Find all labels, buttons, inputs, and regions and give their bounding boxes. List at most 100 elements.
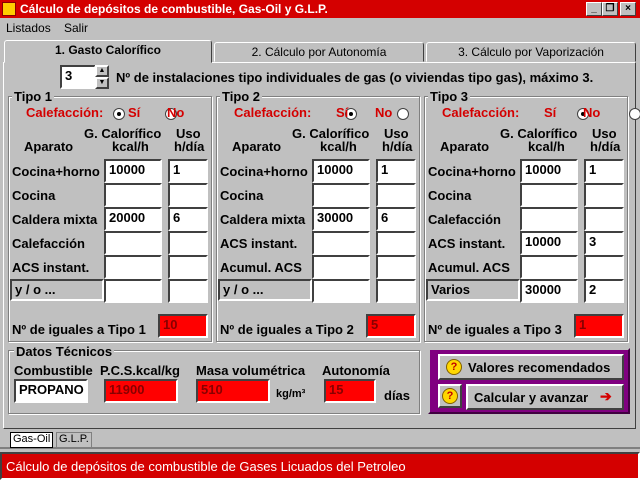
radio-si-label: Sí (128, 105, 141, 120)
close-button[interactable]: × (620, 2, 636, 16)
menu-listados[interactable]: Listados (6, 21, 51, 35)
uso-field[interactable]: 2 (584, 279, 624, 303)
pcs-label: P.C.S.kcal/kg (100, 363, 180, 378)
calefaccion-label: Calefacción: (442, 105, 520, 120)
spin-up-button[interactable]: ▲ (95, 65, 109, 77)
kcal-field[interactable] (104, 255, 162, 279)
installs-label: Nº de instalaciones tipo individuales de… (116, 70, 594, 85)
uso-field[interactable] (376, 183, 416, 207)
restore-button[interactable]: ❐ (602, 2, 618, 16)
help-button[interactable]: ? (438, 384, 462, 408)
kcal-field[interactable]: 30000 (312, 207, 370, 231)
aparato-name: ACS instant. (428, 236, 506, 251)
tab-glp[interactable]: G.L.P. (56, 432, 92, 448)
aparato-name-field[interactable]: Varios (426, 279, 520, 301)
radio-si[interactable] (113, 108, 125, 120)
kcal-field[interactable]: 20000 (104, 207, 162, 231)
radio-si-label: Sí (336, 105, 349, 120)
pcs-field[interactable]: 11900 (104, 379, 178, 403)
calcular-avanzar-label: Calcular y avanzar (474, 390, 589, 405)
radio-no[interactable] (397, 108, 409, 120)
radio-no[interactable] (629, 108, 640, 120)
uso-field[interactable] (168, 255, 208, 279)
uso-field[interactable]: 1 (584, 159, 624, 183)
uso-field[interactable] (584, 183, 624, 207)
tab-gas-oil[interactable]: Gas-Oil (10, 432, 54, 448)
kcal-field[interactable]: 30000 (520, 279, 578, 303)
combustible-field[interactable]: PROPANO (14, 379, 88, 403)
combustible-label: Combustible (14, 363, 93, 378)
iguales-field[interactable]: 5 (366, 314, 416, 338)
kcal-field[interactable] (520, 207, 578, 231)
status-text: Cálculo de depósitos de combustible de G… (6, 459, 406, 474)
menu-bar: Listados Salir (0, 18, 640, 38)
kcal-field[interactable] (312, 231, 370, 255)
kcal-field[interactable] (520, 183, 578, 207)
help-icon: ? (446, 359, 462, 375)
kcal-field[interactable]: 10000 (520, 159, 578, 183)
kcal-field[interactable]: 10000 (312, 159, 370, 183)
header-hdia: h/día (382, 139, 413, 154)
uso-field[interactable] (376, 255, 416, 279)
valores-recomendados-label: Valores recomendados (468, 360, 611, 375)
uso-field[interactable] (584, 255, 624, 279)
aparato-name-field[interactable]: y / o ... (218, 279, 312, 301)
valores-recomendados-button[interactable]: ? Valores recomendados (438, 354, 624, 380)
arrow-right-icon: ➔ (600, 388, 612, 404)
uso-field[interactable]: 6 (376, 207, 416, 231)
uso-field[interactable]: 1 (168, 159, 208, 183)
radio-no-label: No (167, 105, 185, 120)
aparato-name: Cocina (220, 188, 264, 203)
kcal-field[interactable]: 10000 (104, 159, 162, 183)
iguales-field[interactable]: 1 (574, 314, 624, 338)
header-hdia: h/día (590, 139, 621, 154)
masa-field[interactable]: 510 (196, 379, 270, 403)
kcal-field[interactable] (520, 255, 578, 279)
title-bar: Cálculo de depósitos de combustible, Gas… (0, 0, 640, 18)
uso-field[interactable] (168, 231, 208, 255)
aparato-name: Cocina+horno (428, 164, 516, 179)
tab-vaporizacion[interactable]: 3. Cálculo por Vaporización (426, 42, 636, 62)
aparato-name-field[interactable]: y / o ... (10, 279, 104, 301)
uso-field[interactable] (168, 279, 208, 303)
uso-field[interactable]: 1 (376, 159, 416, 183)
aparato-name: Caldera mixta (220, 212, 306, 227)
calcular-avanzar-button[interactable]: Calcular y avanzar ➔ (466, 384, 624, 410)
masa-unit: kg/m³ (276, 388, 306, 400)
aparato-name: Cocina+horno (220, 164, 308, 179)
uso-field[interactable] (376, 279, 416, 303)
radio-no-label: No (583, 105, 601, 120)
tipo-title: Tipo 2 (220, 89, 263, 104)
uso-field[interactable]: 3 (584, 231, 624, 255)
status-bar: Cálculo de depósitos de combustible de G… (0, 452, 640, 480)
header-aparato: Aparato (24, 139, 74, 154)
kcal-field[interactable] (104, 279, 162, 303)
iguales-field[interactable]: 10 (158, 314, 208, 338)
kcal-field[interactable] (312, 255, 370, 279)
uso-field[interactable] (376, 231, 416, 255)
tab-gasto-calorifico[interactable]: 1. Gasto Calorífico (4, 40, 212, 63)
tab-autonomia[interactable]: 2. Cálculo por Autonomía (214, 42, 424, 62)
minimize-button[interactable]: _ (586, 2, 602, 16)
autonomia-field[interactable]: 15 (324, 379, 376, 403)
kcal-field[interactable]: 10000 (520, 231, 578, 255)
uso-field[interactable]: 6 (168, 207, 208, 231)
calefaccion-label: Calefacción: (26, 105, 104, 120)
spin-down-button[interactable]: ▼ (95, 77, 109, 89)
aparato-name: Calefacción (428, 212, 501, 227)
iguales-label: Nº de iguales a Tipo 2 (220, 322, 354, 337)
kcal-field[interactable] (312, 183, 370, 207)
kcal-field[interactable] (104, 183, 162, 207)
tipo-title: Tipo 3 (428, 89, 471, 104)
aparato-name: Calefacción (12, 236, 85, 251)
uso-field[interactable] (584, 207, 624, 231)
aparato-name: Caldera mixta (12, 212, 98, 227)
menu-salir[interactable]: Salir (64, 21, 88, 35)
header-kcal: kcal/h (112, 139, 149, 154)
header-aparato: Aparato (232, 139, 282, 154)
kcal-field[interactable] (312, 279, 370, 303)
uso-field[interactable] (168, 183, 208, 207)
installs-input[interactable]: 3 (60, 65, 96, 89)
calefaccion-label: Calefacción: (234, 105, 312, 120)
kcal-field[interactable] (104, 231, 162, 255)
